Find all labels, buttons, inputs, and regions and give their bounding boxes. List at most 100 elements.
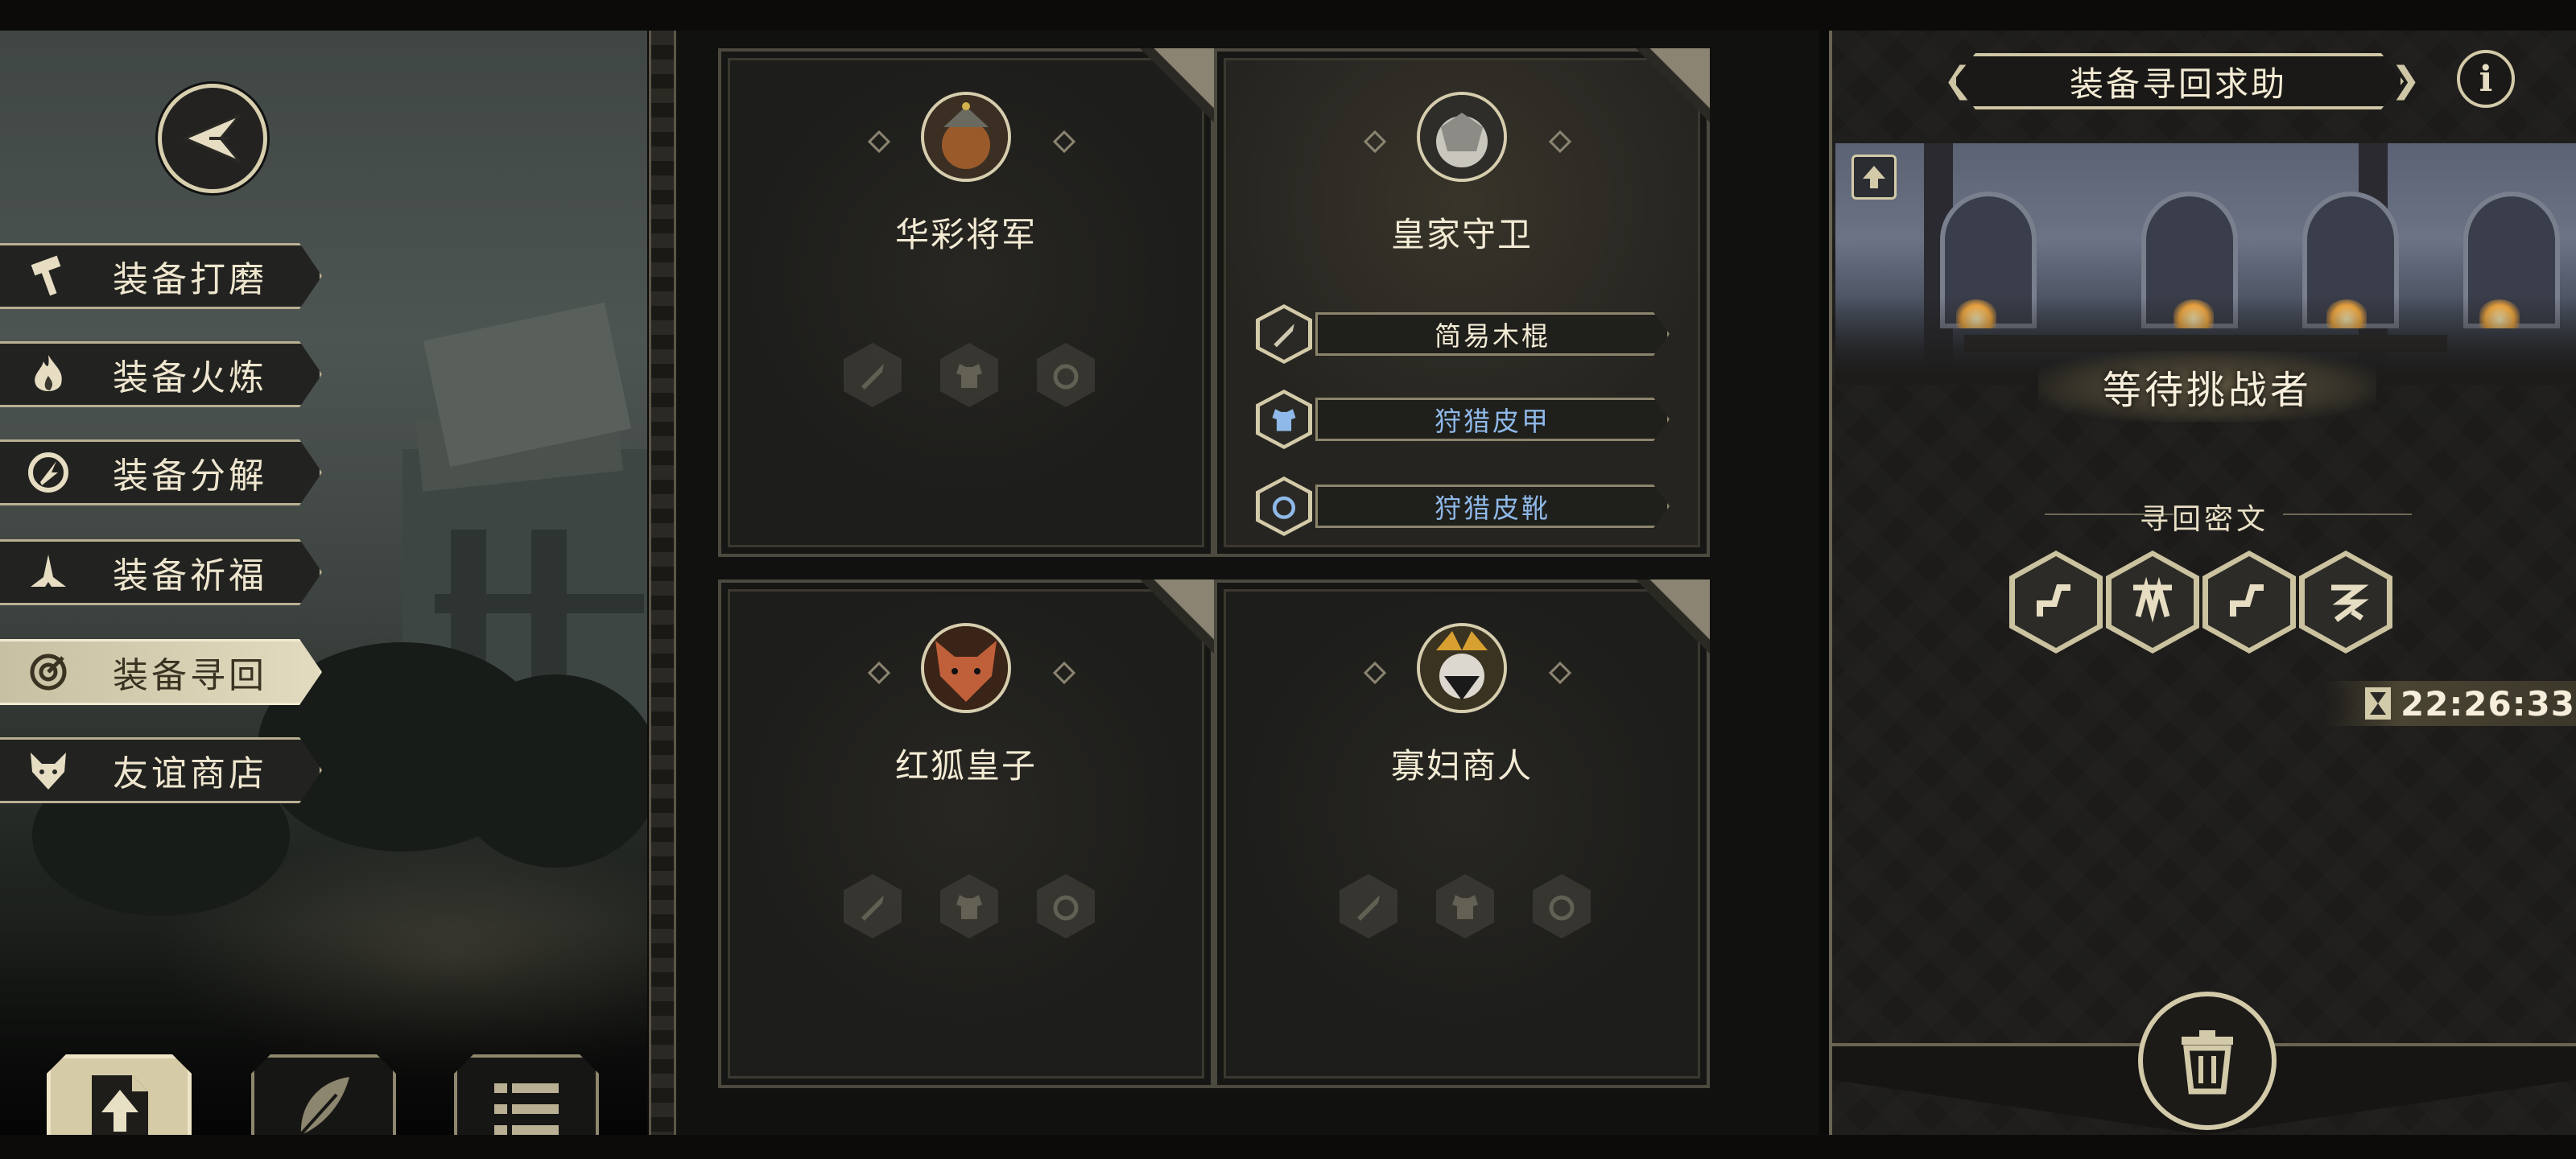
diamond-ornament — [1052, 130, 1076, 154]
rune-slot[interactable] — [2299, 551, 2392, 654]
general-portrait-icon — [921, 92, 1011, 182]
character-card[interactable]: 红狐皇子 — [718, 580, 1214, 1088]
card-corner-fold — [1140, 48, 1214, 122]
diamond-ornament — [1363, 130, 1387, 154]
trash-icon — [2182, 1030, 2233, 1095]
left-scene-panel: 装备打磨 装备火炼 装备分解 装备祈福 装备寻回 友谊商店 — [0, 31, 647, 1135]
menu-item-label: 装备打磨 — [113, 259, 267, 300]
section-title: 寻回密文 — [2139, 503, 2268, 536]
status-banner: 等待挑战者 — [2038, 351, 2376, 422]
hammer-icon — [26, 254, 71, 299]
rune-3-icon — [2230, 584, 2264, 617]
widow-merchant-portrait-icon — [1417, 623, 1507, 713]
armor-icon — [1272, 409, 1296, 431]
sword-icon — [1274, 324, 1294, 348]
retrieve-target-icon — [26, 650, 71, 695]
feather-icon — [293, 1077, 349, 1135]
ornate-divider — [649, 31, 676, 1135]
equipment-slot — [1256, 304, 1312, 364]
boot-ring-icon — [1533, 874, 1591, 938]
rune-slot[interactable] — [2009, 551, 2103, 654]
background-fence-rail — [435, 594, 644, 613]
equipment-row[interactable]: 狩猎皮靴 — [1256, 476, 1690, 536]
menu-item-equip-bless[interactable]: 装备祈福 — [0, 539, 322, 605]
diamond-ornament — [867, 130, 891, 154]
menu-item-equip-forge[interactable]: 装备火炼 — [0, 341, 322, 407]
rune-4-icon — [2331, 584, 2369, 622]
equipment-name: 简易木棍 — [1315, 312, 1670, 356]
character-name: 华彩将军 — [894, 215, 1037, 254]
info-icon: i — [2479, 58, 2493, 100]
back-button[interactable] — [158, 84, 267, 193]
menu-item-friendship-shop[interactable]: 友谊商店 — [0, 737, 322, 803]
back-arrow-icon — [182, 113, 242, 163]
equipment-row[interactable]: 简易木棍 — [1256, 304, 1690, 364]
armor-icon — [940, 874, 998, 938]
rune-slot[interactable] — [2202, 551, 2296, 654]
boot-ring-icon — [1272, 496, 1296, 519]
fox-head-icon — [26, 748, 71, 793]
character-grid: 华彩将军 皇家守卫 简易木棍 狩猎皮甲 狩猎皮靴 红狐皇子 寡妇商人 — [676, 31, 1819, 1135]
diamond-ornament — [1548, 130, 1572, 154]
diamond-ornament — [867, 661, 891, 685]
rune-slot[interactable] — [2106, 551, 2199, 654]
flame-icon — [26, 352, 71, 397]
menu-item-label: 装备火炼 — [113, 357, 267, 398]
menu-item-label: 友谊商店 — [113, 753, 267, 794]
character-card-selected[interactable]: 皇家守卫 简易木棍 狩猎皮甲 狩猎皮靴 — [1214, 48, 1710, 557]
bottom-tab-upload[interactable] — [47, 1054, 192, 1135]
panel-divider — [1821, 31, 1829, 1135]
equipment-name: 狩猎皮靴 — [1315, 485, 1670, 528]
armor-icon — [1436, 874, 1494, 938]
panel-title: 装备寻回求助 — [1953, 53, 2404, 109]
equipment-slot — [1256, 476, 1312, 536]
boot-ring-icon — [1037, 874, 1095, 938]
bottom-tab-feather[interactable] — [251, 1054, 396, 1135]
equipment-slot — [1256, 390, 1312, 449]
equipment-name: 狩猎皮甲 — [1315, 398, 1670, 441]
armor-icon — [940, 343, 998, 407]
disassemble-icon — [26, 450, 71, 495]
character-name: 红狐皇子 — [894, 746, 1037, 786]
rune-2-icon — [2133, 576, 2172, 623]
list-icon — [494, 1083, 559, 1135]
menu-item-label: 装备分解 — [113, 456, 267, 497]
upload-icon — [1863, 166, 1885, 188]
diamond-ornament — [1548, 661, 1572, 685]
dungeon-scene-image — [1835, 143, 2576, 385]
character-card[interactable]: 华彩将军 — [718, 48, 1214, 557]
info-button[interactable]: i — [2457, 50, 2515, 108]
diamond-ornament — [1052, 661, 1076, 685]
boot-ring-icon — [1037, 343, 1095, 407]
card-corner-fold — [1636, 48, 1710, 122]
timer-text: 22:26:33 — [2401, 683, 2575, 724]
menu-item-equip-disassemble[interactable]: 装备分解 — [0, 439, 322, 505]
share-button[interactable] — [1852, 155, 1897, 200]
upload-document-icon — [92, 1075, 148, 1135]
character-name: 皇家守卫 — [1390, 215, 1533, 254]
character-name: 寡妇商人 — [1390, 746, 1533, 786]
rune-1-icon — [2037, 584, 2070, 617]
equipment-row[interactable]: 狩猎皮甲 — [1256, 390, 1690, 449]
menu-item-equip-polish[interactable]: 装备打磨 — [0, 243, 322, 309]
royal-guard-portrait-icon — [1417, 92, 1507, 182]
chevron-right-icon: ❯ — [2391, 60, 2421, 101]
sword-icon — [1340, 874, 1397, 938]
retrieve-help-panel: ❮ 装备寻回求助 ❯ i 等待挑战者 寻回密文 22:26:33 — [1829, 31, 2576, 1135]
section-divider-line — [2283, 514, 2412, 515]
countdown-timer: 22:26:33 — [2323, 681, 2576, 726]
bottom-tab-list[interactable] — [454, 1054, 599, 1135]
menu-item-equip-retrieve[interactable]: 装备寻回 — [0, 639, 322, 705]
menu-item-label: 装备祈福 — [113, 555, 267, 596]
sword-icon — [844, 874, 902, 938]
diamond-ornament — [1363, 661, 1387, 685]
praying-hands-icon — [26, 550, 71, 595]
character-card[interactable]: 寡妇商人 — [1214, 580, 1710, 1088]
background-bush — [451, 674, 647, 868]
hourglass-icon — [2365, 687, 2391, 720]
card-corner-fold — [1636, 580, 1710, 654]
red-fox-portrait-icon — [921, 623, 1011, 713]
menu-item-label: 装备寻回 — [113, 655, 267, 696]
card-corner-fold — [1140, 580, 1214, 654]
delete-button[interactable] — [2138, 992, 2277, 1130]
